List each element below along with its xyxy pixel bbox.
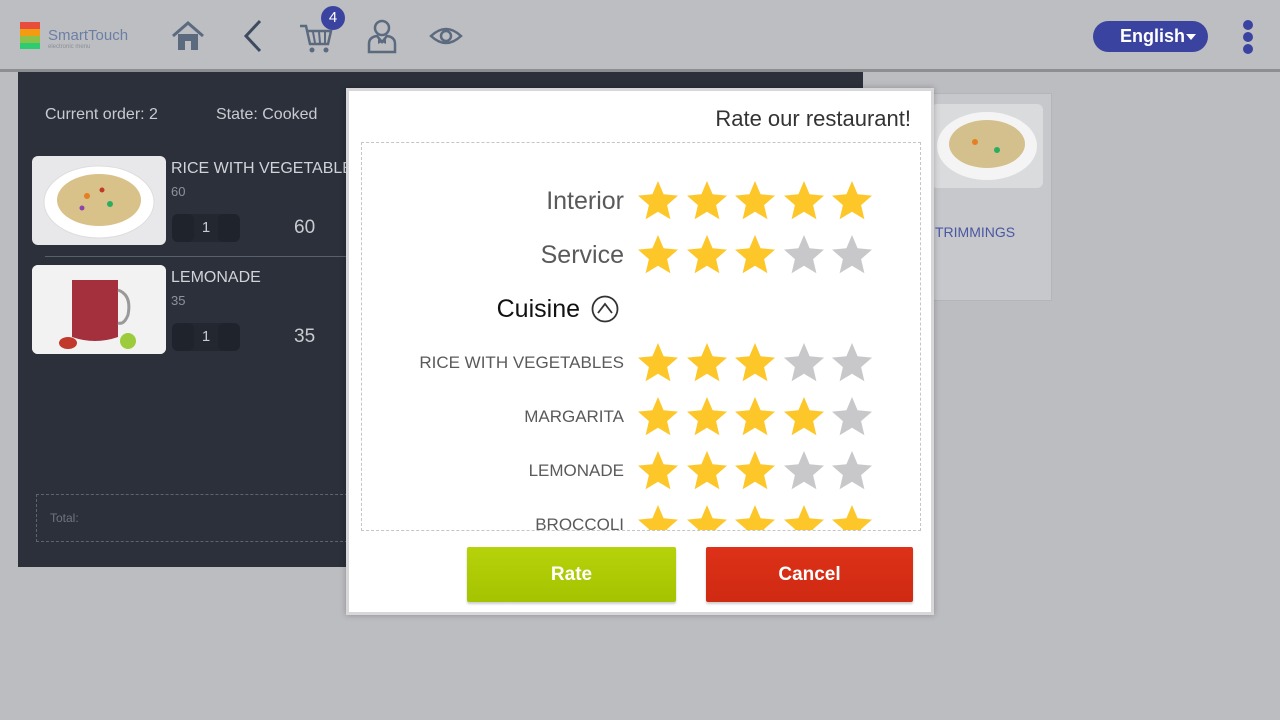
star-empty-icon[interactable] xyxy=(782,449,826,493)
star-filled-icon[interactable] xyxy=(685,449,729,493)
star-filled-icon[interactable] xyxy=(733,503,777,531)
star-filled-icon[interactable] xyxy=(636,503,680,531)
more-menu-icon[interactable] xyxy=(1238,20,1258,54)
rating-row-interior: Interior xyxy=(362,176,920,226)
item-total: 60 xyxy=(294,217,316,238)
order-state-label: State: Cooked xyxy=(216,106,318,123)
star-filled-icon[interactable] xyxy=(733,449,777,493)
quantity-stepper[interactable]: 1 xyxy=(172,214,240,242)
top-bar: SmartTouch electronic menu 4 English xyxy=(0,0,1280,72)
trimmings-dish-image xyxy=(937,112,1037,180)
rating-label: Interior xyxy=(546,187,624,215)
rating-label: RICE WITH VEGETABLES xyxy=(419,353,624,372)
decrease-button[interactable] xyxy=(172,323,194,351)
back-icon[interactable] xyxy=(236,18,272,54)
total-box: Total: xyxy=(36,494,358,542)
dish-image xyxy=(931,104,1043,188)
star-filled-icon[interactable] xyxy=(830,503,874,531)
star-rating[interactable] xyxy=(636,233,881,277)
decrease-button[interactable] xyxy=(172,214,194,242)
quantity-value: 1 xyxy=(201,219,211,236)
quantity-value: 1 xyxy=(201,328,211,345)
star-rating[interactable] xyxy=(636,449,881,493)
star-empty-icon[interactable] xyxy=(830,449,874,493)
star-rating[interactable] xyxy=(636,341,881,385)
home-icon[interactable] xyxy=(170,18,206,54)
logo-mark-icon xyxy=(20,22,40,49)
cart-count-badge: 4 xyxy=(321,6,345,30)
star-filled-icon[interactable] xyxy=(782,503,826,531)
waiter-icon[interactable] xyxy=(364,18,400,54)
lemonade-image xyxy=(32,265,166,354)
star-filled-icon[interactable] xyxy=(636,341,680,385)
star-filled-icon[interactable] xyxy=(685,395,729,439)
rating-label: Service xyxy=(540,241,624,269)
star-filled-icon[interactable] xyxy=(685,341,729,385)
star-filled-icon[interactable] xyxy=(685,503,729,531)
rating-list[interactable]: Interior Service Cuisine RICE WITH VEGET… xyxy=(361,142,921,531)
star-filled-icon[interactable] xyxy=(685,179,729,223)
star-rating[interactable] xyxy=(636,395,881,439)
logo-subtitle: electronic menu xyxy=(48,44,91,50)
star-filled-icon[interactable] xyxy=(782,395,826,439)
logo-title: SmartTouch xyxy=(48,27,129,44)
star-filled-icon[interactable] xyxy=(733,395,777,439)
star-empty-icon[interactable] xyxy=(830,395,874,439)
chevron-down-icon xyxy=(1186,34,1196,40)
item-price: 60 xyxy=(171,184,186,199)
increase-button[interactable] xyxy=(218,214,240,242)
star-filled-icon[interactable] xyxy=(636,449,680,493)
eye-icon[interactable] xyxy=(428,18,464,54)
chevron-up-icon[interactable] xyxy=(590,294,620,324)
star-filled-icon[interactable] xyxy=(782,179,826,223)
rating-label: LEMONADE xyxy=(528,461,624,480)
star-empty-icon[interactable] xyxy=(830,233,874,277)
rating-row-dish: RICE WITH VEGETABLES xyxy=(362,338,920,388)
star-filled-icon[interactable] xyxy=(685,233,729,277)
star-filled-icon[interactable] xyxy=(733,179,777,223)
quantity-stepper[interactable]: 1 xyxy=(172,323,240,351)
star-rating[interactable] xyxy=(636,503,881,531)
rating-dialog: Rate our restaurant! Interior Service Cu… xyxy=(346,88,934,615)
language-selector[interactable]: English xyxy=(1093,21,1208,52)
app-logo: SmartTouch electronic menu xyxy=(20,20,140,54)
cuisine-label: Cuisine xyxy=(496,295,580,323)
star-empty-icon[interactable] xyxy=(830,341,874,385)
star-rating[interactable] xyxy=(636,179,881,223)
dish-image xyxy=(32,265,166,354)
item-divider xyxy=(45,256,355,257)
cancel-button[interactable]: Cancel xyxy=(706,547,913,602)
total-label: Total: xyxy=(50,511,79,525)
star-empty-icon[interactable] xyxy=(782,233,826,277)
menu-item-name: TRIMMINGS xyxy=(935,224,1016,240)
item-total: 35 xyxy=(294,326,316,347)
dish-image xyxy=(32,156,166,245)
dialog-title: Rate our restaurant! xyxy=(715,106,911,131)
increase-button[interactable] xyxy=(218,323,240,351)
rating-label: BROCCOLI xyxy=(535,515,624,531)
language-label: English xyxy=(1120,26,1186,46)
item-name: LEMONADE xyxy=(171,269,261,286)
item-price: 35 xyxy=(171,293,186,308)
rating-row-dish: LEMONADE xyxy=(362,446,920,496)
rating-row-dish: BROCCOLI xyxy=(362,500,920,531)
star-filled-icon[interactable] xyxy=(636,179,680,223)
current-order-label: Current order: 2 xyxy=(45,106,158,123)
star-filled-icon[interactable] xyxy=(733,341,777,385)
item-name: RICE WITH VEGETABLES xyxy=(171,160,364,177)
star-filled-icon[interactable] xyxy=(636,233,680,277)
rate-button[interactable]: Rate xyxy=(467,547,676,602)
rating-row-dish: MARGARITA xyxy=(362,392,920,442)
star-filled-icon[interactable] xyxy=(636,395,680,439)
star-filled-icon[interactable] xyxy=(733,233,777,277)
cuisine-section-header[interactable]: Cuisine xyxy=(362,284,920,334)
star-empty-icon[interactable] xyxy=(782,341,826,385)
star-filled-icon[interactable] xyxy=(830,179,874,223)
rice-dish-image xyxy=(43,165,155,239)
rating-row-service: Service xyxy=(362,230,920,280)
rating-label: MARGARITA xyxy=(524,407,624,426)
